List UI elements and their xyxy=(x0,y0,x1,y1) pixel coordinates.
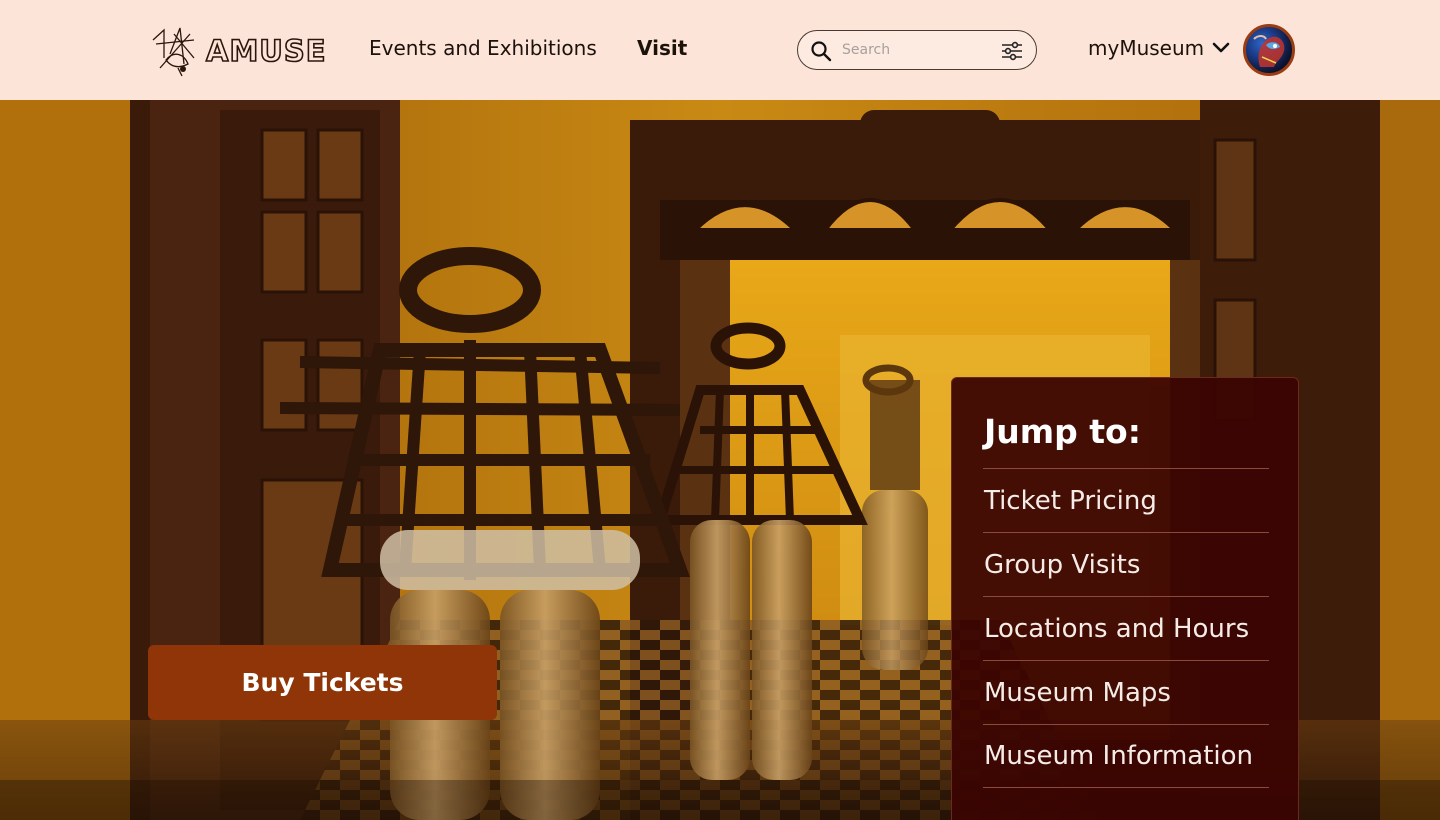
nav-events-exhibitions[interactable]: Events and Exhibitions xyxy=(369,36,597,60)
logo-wordmark: AMUSE xyxy=(205,33,327,69)
jump-title: Jump to: xyxy=(984,412,1141,451)
nav-visit[interactable]: Visit xyxy=(637,36,687,60)
jump-link-museum-information[interactable]: Museum Information xyxy=(983,724,1269,788)
jump-link-museum-maps[interactable]: Museum Maps xyxy=(983,660,1269,724)
chevron-down-icon[interactable] xyxy=(1212,42,1230,54)
jump-to-panel: Jump to: Ticket Pricing Group Visits Loc… xyxy=(951,377,1299,820)
logo-mark-icon xyxy=(152,27,195,77)
amuse-logo[interactable]: AMUSE xyxy=(150,24,326,78)
hero-section: Buy Tickets Jump to: Ticket Pricing Grou… xyxy=(0,100,1440,820)
mymuseum-label: myMuseum xyxy=(1088,36,1205,60)
jump-list: Ticket Pricing Group Visits Locations an… xyxy=(983,468,1269,788)
jump-link-ticket-pricing[interactable]: Ticket Pricing xyxy=(983,468,1269,532)
search-bar[interactable] xyxy=(797,30,1037,70)
buy-tickets-button[interactable]: Buy Tickets xyxy=(148,645,497,720)
jump-link-group-visits[interactable]: Group Visits xyxy=(983,532,1269,596)
search-input[interactable] xyxy=(842,39,992,61)
search-icon[interactable] xyxy=(810,40,832,62)
mymuseum-menu[interactable]: myMuseum xyxy=(1088,36,1230,60)
sliders-icon[interactable] xyxy=(1000,40,1024,62)
jump-link-locations-hours[interactable]: Locations and Hours xyxy=(983,596,1269,660)
user-avatar[interactable] xyxy=(1243,24,1295,76)
site-header: AMUSE Events and Exhibitions Visit myMus… xyxy=(0,0,1440,100)
